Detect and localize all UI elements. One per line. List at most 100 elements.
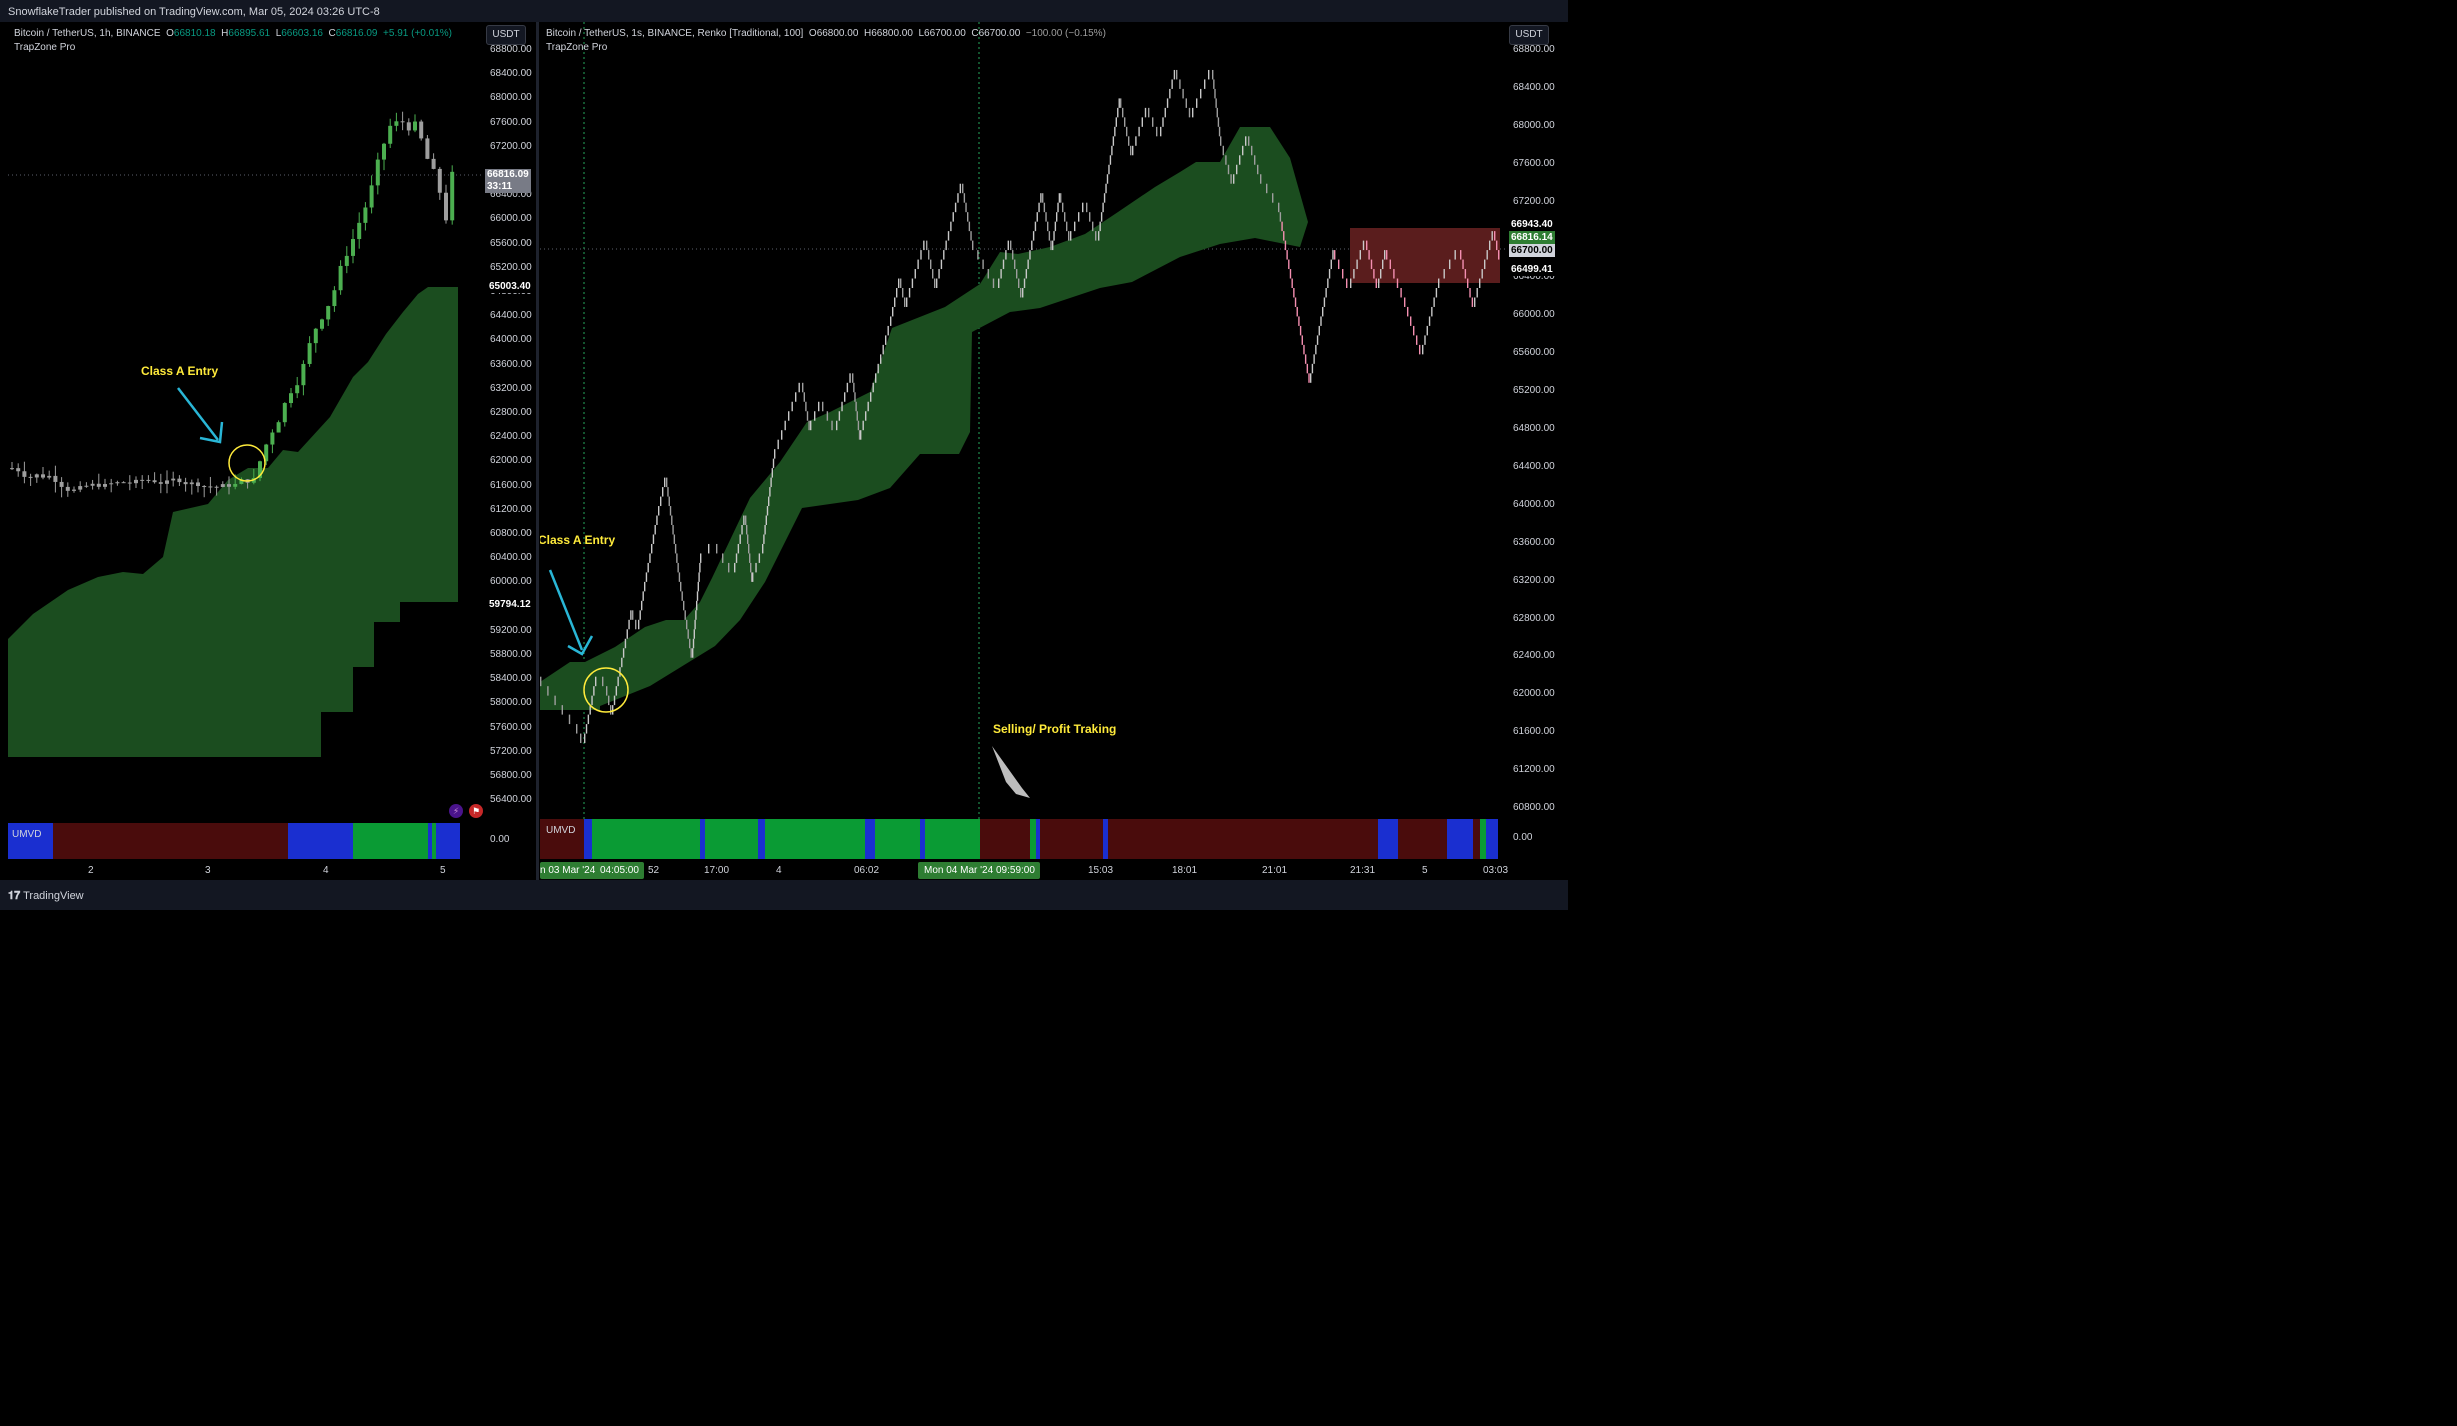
right-renko-brick <box>681 591 683 601</box>
right-renko-brick <box>1048 231 1051 241</box>
left-symbol[interactable]: Bitcoin / TetherUS, 1h, BINANCE <box>14 28 161 39</box>
right-renko-brick <box>1032 231 1035 241</box>
left-chart-canvas[interactable] <box>8 22 536 880</box>
right-renko-brick <box>728 562 730 573</box>
left-candle-body <box>313 328 318 344</box>
right-renko-brick <box>1410 316 1412 326</box>
right-renko-brick <box>1413 325 1415 336</box>
right-renko-brick <box>898 278 900 288</box>
left-indicator-name[interactable]: TrapZone Pro <box>14 42 75 53</box>
right-renko-brick <box>696 591 699 601</box>
left-time-tick: 3 <box>205 865 211 876</box>
pane-divider[interactable] <box>536 22 539 880</box>
right-renko-brick <box>1144 107 1147 118</box>
left-umvd-value: 0.00 <box>490 834 510 845</box>
right-renko-brick <box>880 354 882 364</box>
right-umvd-segment <box>705 819 758 859</box>
right-renko-brick <box>1005 250 1007 260</box>
right-renko-brick <box>962 183 964 194</box>
right-renko-brick <box>1304 354 1307 364</box>
right-price-tick: 62800.00 <box>1513 612 1555 624</box>
right-renko-brick <box>902 288 904 298</box>
right-renko-brick <box>846 382 849 393</box>
right-renko-brick <box>836 420 838 431</box>
right-renko-brick <box>963 193 966 203</box>
right-renko-brick <box>1200 88 1202 99</box>
right-renko-brick <box>1316 335 1319 345</box>
left-candle-body <box>425 138 430 159</box>
right-renko-brick <box>1160 126 1162 137</box>
left-candle-body <box>394 121 399 126</box>
left-candle-body <box>369 185 374 208</box>
right-renko-brick <box>967 212 969 222</box>
left-candle-body <box>109 483 114 485</box>
right-open-value: 66800.00 <box>816 28 859 39</box>
right-renko-brick <box>1251 145 1253 156</box>
left-candle-body <box>413 121 417 131</box>
right-renko-brick <box>1266 183 1268 194</box>
right-renko-brick <box>818 401 820 412</box>
right-renko-brick <box>1010 240 1012 251</box>
right-renko-brick <box>1279 212 1282 222</box>
right-renko-brick <box>992 278 995 288</box>
left-currency-button[interactable]: USDT <box>486 25 526 45</box>
right-renko-brick <box>1117 107 1119 118</box>
right-price-tick: 64000.00 <box>1513 498 1555 510</box>
right-renko-brick <box>762 543 764 554</box>
right-price-tick: 62000.00 <box>1513 688 1555 700</box>
right-renko-brick <box>968 221 971 232</box>
right-renko-brick <box>1239 155 1241 165</box>
left-candle-body <box>140 479 145 481</box>
left-price-tick: 67200.00 <box>490 140 532 152</box>
left-price-tick: 64000.00 <box>490 334 532 346</box>
flag-icon[interactable]: ⚑ <box>469 804 483 818</box>
right-renko-brick <box>668 496 670 507</box>
right-renko-brick <box>970 231 972 241</box>
left-time-tick: 2 <box>88 865 94 876</box>
right-renko-brick <box>1227 164 1230 175</box>
right-indicator-name[interactable]: TrapZone Pro <box>546 42 607 53</box>
publish-header: SnowflakeTrader published on TradingView… <box>0 0 1568 22</box>
right-umvd-segment <box>1486 819 1498 859</box>
left-chart-pane[interactable]: Bitcoin / TetherUS, 1h, BINANCE O66810.1… <box>8 22 536 880</box>
right-renko-brick <box>1118 98 1120 108</box>
right-renko-brick <box>1098 231 1100 241</box>
right-renko-brick <box>664 477 666 488</box>
right-renko-brick <box>1362 240 1365 251</box>
left-candle-body <box>270 432 275 445</box>
left-price-tick: 58000.00 <box>490 697 532 709</box>
right-renko-brick <box>1419 344 1421 355</box>
right-renko-brick <box>1318 325 1320 336</box>
right-renko-brick <box>752 572 754 582</box>
right-renko-brick <box>930 259 932 270</box>
left-candle-body <box>276 422 281 433</box>
right-chart-pane[interactable]: Bitcoin / TetherUS, 1s, BINANCE, Renko [… <box>540 22 1562 880</box>
right-renko-brick <box>770 477 772 488</box>
right-renko-brick <box>561 705 563 715</box>
right-renko-brick <box>772 458 775 469</box>
right-renko-brick <box>808 420 810 431</box>
right-renko-brick <box>1095 231 1097 241</box>
right-symbol[interactable]: Bitcoin / TetherUS, 1s, BINANCE, Renko [… <box>546 28 803 39</box>
lightning-icon[interactable]: ⚡ <box>449 804 463 818</box>
right-renko-brick <box>1141 117 1143 127</box>
right-time-tick: 06:02 <box>854 865 880 876</box>
right-currency-button[interactable]: USDT <box>1509 25 1549 45</box>
left-open-label: O <box>166 28 174 39</box>
right-trap-zone <box>540 127 1308 710</box>
left-candle-body <box>289 393 293 404</box>
right-umvd-segment <box>592 819 612 859</box>
right-renko-brick <box>1431 306 1433 317</box>
publish-info: SnowflakeTrader published on TradingView… <box>8 6 380 18</box>
right-chart-canvas[interactable] <box>540 22 1562 880</box>
tradingview-brand[interactable]: 𝟏𝟕 TradingView <box>8 890 84 903</box>
right-renko-brick <box>660 496 662 507</box>
left-entry-arrow <box>177 387 219 441</box>
right-renko-brick <box>892 306 894 317</box>
right-renko-brick <box>1000 269 1002 279</box>
left-price-tick: 63600.00 <box>490 358 532 370</box>
right-renko-brick <box>624 638 627 649</box>
right-high-value: 66800.00 <box>871 28 913 39</box>
right-renko-brick <box>1484 259 1486 270</box>
right-time-tick: 04:05:00 <box>600 865 639 876</box>
